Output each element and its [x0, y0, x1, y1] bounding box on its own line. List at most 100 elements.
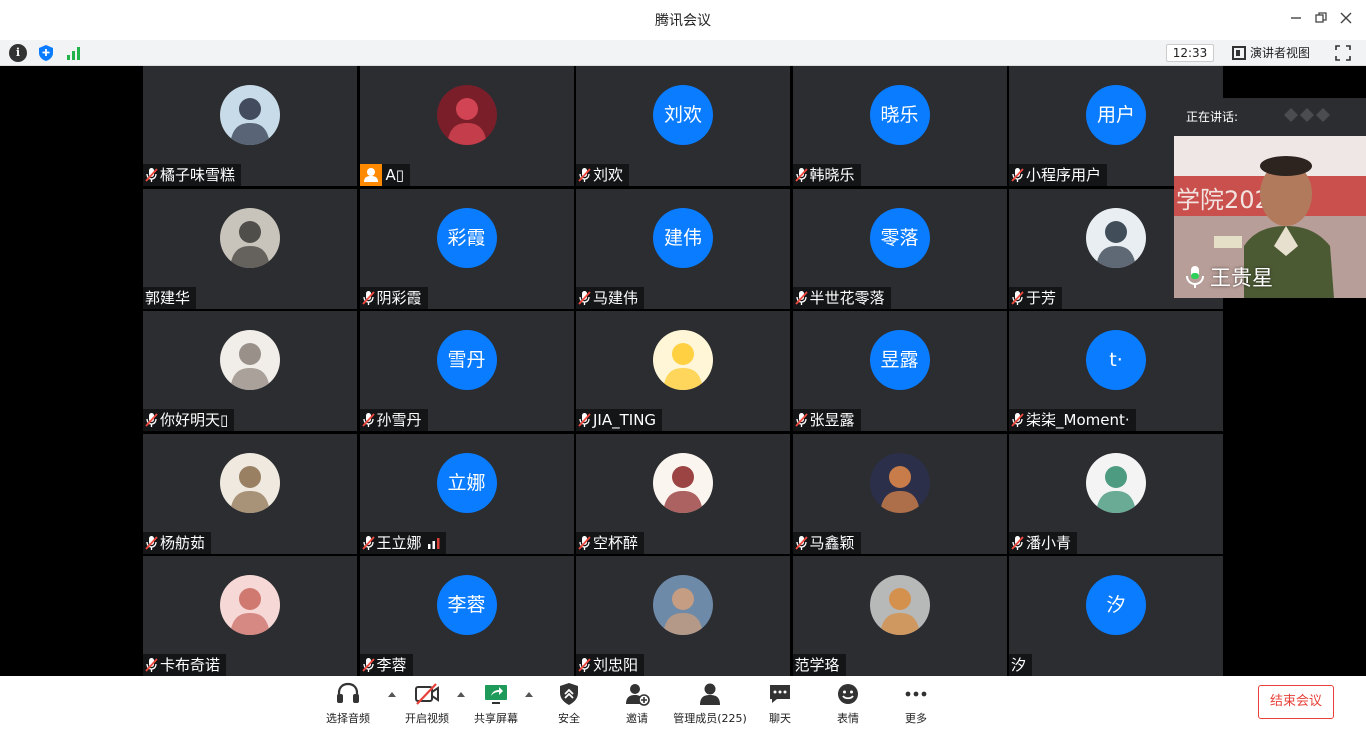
end-meeting-button[interactable]: 结束会议	[1258, 685, 1334, 719]
avatar-photo-icon	[220, 85, 280, 145]
participant-tile[interactable]: 晓乐 韩晓乐	[792, 66, 1007, 186]
active-speaker-panel[interactable]: 正在讲话: 学院202 王贵星	[1174, 98, 1366, 298]
participant-tile[interactable]: 空杯醉	[576, 433, 790, 554]
mic-active-icon	[1186, 266, 1204, 288]
restore-button[interactable]	[1309, 8, 1333, 32]
avatar-photo-icon	[869, 575, 930, 635]
participant-tile[interactable]: 立娜 王立娜	[359, 433, 574, 554]
participant-avatar-photo	[436, 85, 497, 145]
participant-tile[interactable]: 李蓉 李蓉	[359, 556, 574, 676]
participant-tile[interactable]: JIA_TING	[576, 311, 790, 431]
invite-user-icon	[626, 684, 650, 706]
bottom-toolbar: 选择音频 开启视频 共享屏幕 安全 邀请 管理成员(225) 聊天 表情 更多 …	[0, 676, 1366, 730]
participant-avatar-photo	[220, 207, 280, 268]
minimize-button[interactable]	[1284, 8, 1308, 32]
video-options-caret[interactable]	[457, 692, 465, 697]
avatar-photo-icon	[436, 85, 497, 145]
reaction-button[interactable]: 表情	[826, 682, 870, 726]
participant-avatar-initials: 李蓉	[436, 575, 497, 635]
video-button[interactable]: 开启视频	[401, 682, 453, 726]
participant-tile[interactable]: 郭建华	[143, 188, 357, 309]
participant-name: 马建伟	[593, 288, 639, 307]
smiley-icon	[838, 684, 858, 704]
participant-name-tag: JIA_TING	[576, 409, 663, 431]
participant-name-tag: 半世花零落	[792, 286, 891, 309]
speaker-view-label: 演讲者视图	[1250, 46, 1311, 60]
chat-button[interactable]: 聊天	[758, 682, 802, 726]
participant-tile[interactable]: 汐汐	[1009, 556, 1223, 676]
participant-avatar-initials: 汐	[1086, 575, 1146, 635]
network-signal-icon[interactable]	[65, 44, 83, 62]
participant-name: 于芳	[1026, 288, 1057, 307]
window-title: 腾讯会议	[655, 13, 711, 29]
audio-options-caret[interactable]	[388, 692, 396, 697]
avatar-photo-icon	[220, 575, 280, 635]
participant-tile[interactable]: 范学珞	[792, 556, 1007, 676]
audio-button[interactable]: 选择音频	[322, 682, 374, 726]
speaker-view-button[interactable]: 演讲者视图	[1230, 44, 1310, 62]
avatar-photo-icon	[653, 575, 713, 635]
avatar-photo-icon	[1086, 452, 1146, 513]
participant-name-tag: 杨舫茹	[143, 531, 212, 554]
participant-tile[interactable]: 橘子味雪糕	[143, 66, 357, 186]
participant-tile[interactable]: 彩霞 阴彩霞	[359, 188, 574, 309]
security-button[interactable]: 安全	[546, 682, 592, 726]
close-button[interactable]	[1334, 8, 1358, 32]
participant-tile[interactable]: 昱露 张昱露	[792, 311, 1007, 431]
participant-name: 王立娜	[376, 533, 422, 552]
participant-tile[interactable]: 零落 半世花零落	[792, 188, 1007, 309]
participant-name: 汐	[1011, 656, 1027, 674]
participant-tile[interactable]: 建伟 马建伟	[576, 188, 790, 309]
fullscreen-icon[interactable]	[1334, 44, 1352, 62]
participant-avatar-initials: 用户	[1086, 85, 1146, 145]
participant-grid: 橘子味雪糕 A▯ 刘欢 刘欢 晓乐 韩晓乐 用户 小程序用户 郭建华 彩霞 阴彩霞 建伟 马建伟 零落 半世…	[143, 66, 1223, 676]
participant-name-tag: 王立娜	[359, 531, 446, 554]
mic-muted-icon	[578, 658, 591, 672]
speaking-label: 正在讲话:	[1186, 110, 1239, 124]
participant-tile[interactable]: 雪丹 孙雪丹	[359, 311, 574, 431]
mic-muted-icon	[578, 413, 591, 427]
avatar-photo-icon	[220, 452, 280, 513]
participant-name-tag: 李蓉	[359, 654, 413, 676]
meeting-timer: 12:33	[1166, 44, 1214, 62]
participant-name: 孙雪丹	[376, 411, 422, 429]
mic-muted-icon	[794, 290, 808, 305]
meeting-info-icon[interactable]: i	[9, 44, 27, 62]
mic-muted-icon	[361, 413, 375, 427]
participant-name-tag: 刘忠阳	[576, 654, 645, 676]
security-shield-icon[interactable]	[37, 44, 55, 62]
participant-avatar-photo	[220, 452, 280, 513]
invite-label: 邀请	[626, 712, 648, 725]
participant-name-tag: 范学珞	[792, 654, 846, 676]
participant-avatar-initials: 刘欢	[653, 85, 713, 145]
video-label: 开启视频	[405, 712, 449, 725]
participant-name-tag: 阴彩霞	[359, 286, 428, 309]
participant-tile[interactable]: 刘欢 刘欢	[576, 66, 790, 186]
invite-button[interactable]: 邀请	[614, 682, 660, 726]
reaction-label: 表情	[837, 712, 859, 725]
participant-tile[interactable]: 杨舫茹	[143, 433, 357, 554]
chat-icon	[770, 685, 790, 703]
participant-name-tag: 橘子味雪糕	[143, 164, 242, 186]
share-screen-button[interactable]: 共享屏幕	[470, 682, 522, 726]
participant-tile[interactable]: t· 柒柒_Moment·	[1009, 311, 1223, 431]
user-badge-icon	[359, 164, 382, 186]
mic-muted-icon	[145, 168, 158, 182]
participant-tile[interactable]: 刘忠阳	[576, 556, 790, 676]
participant-tile[interactable]: 马鑫颖	[792, 433, 1007, 554]
participant-tile[interactable]: 潘小青	[1009, 433, 1223, 554]
security-label: 安全	[558, 712, 580, 725]
participant-tile[interactable]: 卡布奇诺	[143, 556, 357, 676]
manage-members-button[interactable]: 管理成员(225)	[672, 682, 748, 726]
participant-name: 你好明天▯	[160, 411, 229, 429]
share-options-caret[interactable]	[525, 692, 533, 697]
participant-tile[interactable]: A▯	[359, 66, 574, 186]
participant-name: 张昱露	[809, 411, 855, 429]
participant-avatar-photo	[653, 452, 713, 513]
participant-tile[interactable]: 你好明天▯	[143, 311, 357, 431]
weak-signal-icon	[427, 537, 440, 549]
mic-muted-icon	[1011, 168, 1024, 182]
participant-name-tag: 卡布奇诺	[143, 654, 227, 676]
participant-avatar-photo	[869, 575, 930, 635]
more-button[interactable]: 更多	[894, 682, 938, 726]
